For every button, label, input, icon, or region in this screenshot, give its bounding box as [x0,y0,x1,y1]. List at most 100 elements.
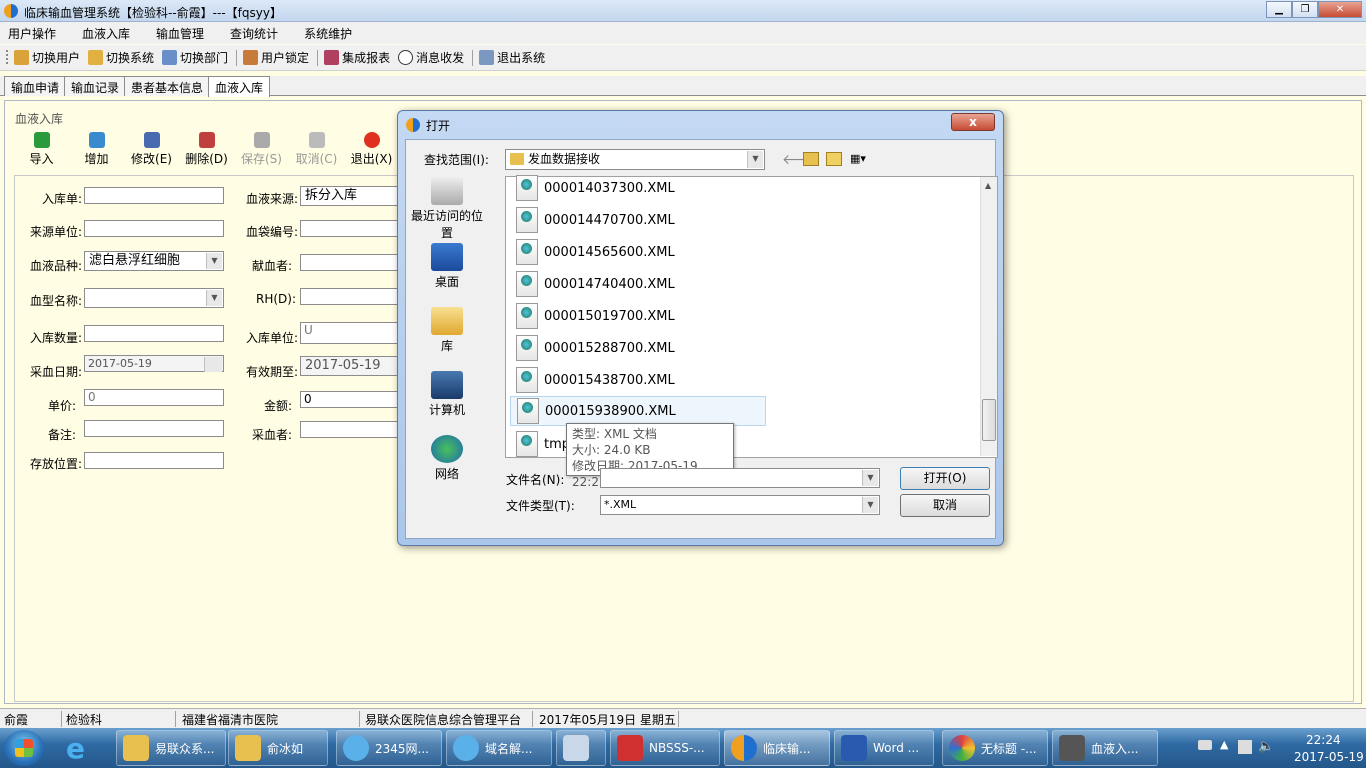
amount-input[interactable]: 0 [300,391,400,408]
taskbar-item[interactable] [556,730,606,766]
taskbar-item[interactable]: NBSSS-... [610,730,720,766]
chevron-down-icon[interactable]: ▼ [862,497,878,513]
menu-bar: 用户操作 血液入库 输血管理 查询统计 系统维护 [0,22,1366,44]
clock-date[interactable]: 2017-05-19 [1294,750,1364,764]
menu-query[interactable]: 查询统计 [230,25,278,42]
volume-icon[interactable]: 🔈 [1258,739,1274,754]
qty-input[interactable] [84,325,224,342]
taskbar-item[interactable]: 无标题 -... [942,730,1048,766]
taskbar-item[interactable]: 血液入... [1052,730,1158,766]
filetype-select[interactable]: *.XML ▼ [600,495,880,515]
unit-input[interactable]: U [300,322,400,344]
department-icon [162,50,178,65]
save-button[interactable]: 保存(S) [234,132,289,172]
start-button[interactable] [4,730,44,766]
switch-dept-button[interactable]: 切换部门 [162,49,228,66]
import-button[interactable]: 导入 [14,132,69,172]
place-recent[interactable]: 最近访问的位置 [408,177,486,241]
delete-button[interactable]: 删除(D) [179,132,234,172]
expiry-date-picker[interactable]: 2017-05-19 [300,356,400,376]
blood-kind-select[interactable]: 滤白悬浮红细胞 ▼ [84,251,224,271]
list-item[interactable]: 000014740400.XML [516,270,675,298]
scroll-up-icon[interactable]: ▲ [985,181,991,190]
place-library[interactable]: 库 [408,307,486,354]
cancel-button[interactable]: 取消 [900,494,990,517]
list-item[interactable]: 000015438700.XML [516,366,675,394]
list-item-hovered[interactable]: 000015938900.XML [510,396,766,426]
maximize-button[interactable]: ❐ [1292,1,1318,18]
menu-maintenance[interactable]: 系统维护 [304,25,352,42]
switch-system-button[interactable]: 切换系统 [88,49,154,66]
rk-no-input[interactable] [84,187,224,204]
blood-source-select[interactable]: 拆分入库 [300,186,400,206]
lookin-select[interactable]: 发血数据接收 ▼ [505,149,765,170]
computer-icon [431,371,463,399]
taskbar-item[interactable]: 俞冰如 [228,730,328,766]
chevron-down-icon[interactable]: ▼ [206,290,222,306]
chevron-down-icon[interactable]: ▼ [862,470,878,486]
blood-kind-label: 血液品种: [29,259,82,273]
exit-button[interactable]: 退出(X) [344,132,399,172]
open-button[interactable]: 打开(O) [900,467,990,490]
place-desktop[interactable]: 桌面 [408,243,486,290]
place-computer[interactable]: 计算机 [408,371,486,418]
dialog-close-button[interactable]: x [951,113,995,131]
tab-transfusion-request[interactable]: 输血申请 [4,76,67,96]
taskbar-item[interactable]: 易联众系... [116,730,226,766]
note-input[interactable] [84,420,224,437]
scrollbar-thumb[interactable] [982,399,996,441]
view-menu-icon[interactable]: ▦▾ [850,152,874,166]
list-item[interactable]: tmp [516,430,570,458]
toolbar-grip[interactable] [6,49,8,66]
edit-button[interactable]: 修改(E) [124,132,179,172]
taskbar-item[interactable]: 2345网... [336,730,442,766]
menu-blood-stock[interactable]: 血液入库 [82,25,130,42]
bag-no-input[interactable] [300,220,400,237]
list-item[interactable]: 000014037300.XML [516,174,675,202]
rh-input[interactable] [300,288,400,305]
menu-transfusion[interactable]: 输血管理 [156,25,204,42]
up-folder-icon[interactable] [803,152,819,166]
source-unit-input[interactable] [84,220,224,237]
tray-arrow-icon[interactable]: ▲ [1220,738,1228,751]
clock-time[interactable]: 22:24 [1306,733,1341,747]
keyboard-icon[interactable] [1198,740,1212,750]
place-network[interactable]: 网络 [408,435,486,482]
lock-user-button[interactable]: 用户锁定 [243,49,309,66]
user-lock-icon [243,50,259,65]
abo-select[interactable]: ▼ [84,288,224,308]
tab-blood-stock[interactable]: 血液入库 [208,76,271,97]
taskbar-item[interactable]: 域名解... [446,730,552,766]
collector-input[interactable] [300,421,400,438]
app-logo-icon [731,735,757,761]
collect-date-picker[interactable]: 2017-05-19 [84,355,224,372]
tab-patient-info[interactable]: 患者基本信息 [124,76,211,96]
add-button[interactable]: 增加 [69,132,124,172]
tab-transfusion-record[interactable]: 输血记录 [64,76,127,96]
calendar-dropdown-icon[interactable] [204,357,222,372]
chevron-down-icon[interactable]: ▼ [747,151,763,168]
chevron-down-icon[interactable]: ▼ [206,253,222,269]
exit-system-button[interactable]: 退出系统 [479,49,545,66]
list-item[interactable]: 000015019700.XML [516,302,675,330]
file-list-scrollbar[interactable]: ▲ [980,177,997,456]
ie-icon[interactable]: e [66,732,85,765]
switch-user-button[interactable]: 切换用户 [14,49,80,66]
reports-button[interactable]: 集成报表 [324,49,390,66]
menu-user-ops[interactable]: 用户操作 [8,25,56,42]
donor-input[interactable] [300,254,400,271]
new-folder-icon[interactable] [826,152,842,166]
price-input[interactable]: 0 [84,389,224,406]
network-tray-icon[interactable] [1238,740,1252,754]
messages-button[interactable]: 消息收发 [398,49,464,66]
list-item[interactable]: 000014470700.XML [516,206,675,234]
location-input[interactable] [84,452,224,469]
minimize-button[interactable]: ▁ [1266,1,1292,18]
close-button[interactable]: ✕ [1318,1,1362,18]
taskbar-item[interactable]: Word ... [834,730,934,766]
filename-input[interactable]: ▼ [600,468,880,488]
list-item[interactable]: 000015288700.XML [516,334,675,362]
list-item[interactable]: 000014565600.XML [516,238,675,266]
cancel-action-button[interactable]: 取消(C) [289,132,344,172]
taskbar-item-active[interactable]: 临床输... [724,730,830,766]
